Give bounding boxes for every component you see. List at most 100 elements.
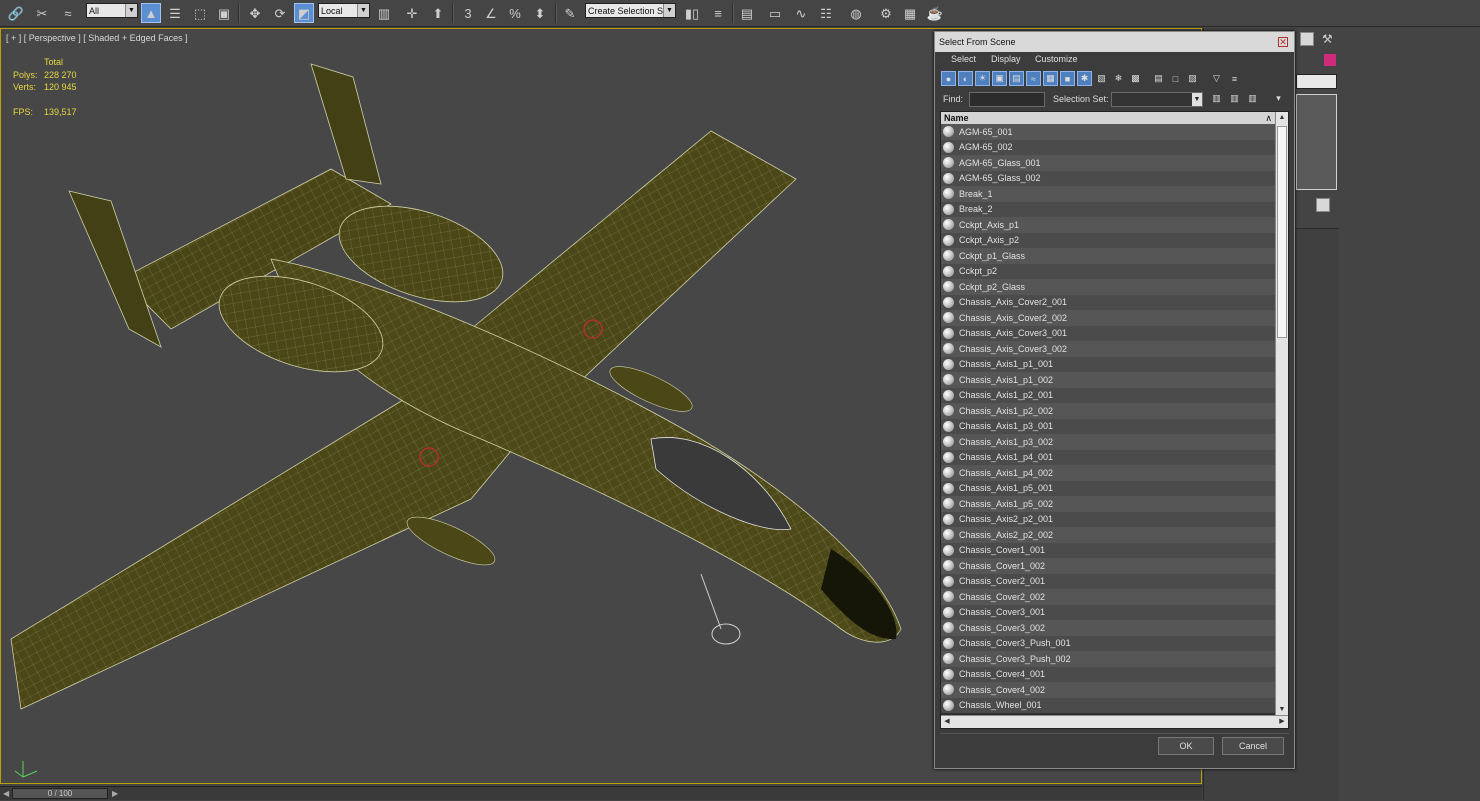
layer-explorer-icon[interactable]: ▤ xyxy=(737,3,757,23)
configure-modifier-sets-icon[interactable] xyxy=(1316,198,1330,212)
list-item[interactable]: Cckpt_p2_Glass xyxy=(941,279,1275,295)
list-item[interactable]: Chassis_Axis1_p1_001 xyxy=(941,356,1275,372)
find-input[interactable] xyxy=(969,92,1045,107)
menu-select[interactable]: Select xyxy=(951,54,976,64)
keyboard-shortcut-override-icon[interactable]: ⬆ xyxy=(428,3,448,23)
filter-options-icon[interactable]: ≡ xyxy=(1227,71,1242,86)
align-icon[interactable]: ≡ xyxy=(708,3,728,23)
list-item[interactable]: Cckpt_Axis_p1 xyxy=(941,217,1275,233)
list-item[interactable]: Chassis_Cover3_002 xyxy=(941,620,1275,636)
list-item[interactable]: Chassis_Axis1_p5_001 xyxy=(941,480,1275,496)
window-crossing-icon[interactable]: ▣ xyxy=(214,3,234,23)
render-setup-icon[interactable]: ⚙ xyxy=(876,3,896,23)
create-selection-set-icon[interactable]: ▥ xyxy=(1209,91,1224,106)
list-item[interactable]: Chassis_Cover4_002 xyxy=(941,682,1275,698)
snaps-toggle-icon[interactable]: 3 xyxy=(458,3,478,23)
rectangle-selection-icon[interactable]: ⬚ xyxy=(190,3,210,23)
select-object-icon[interactable]: ▲ xyxy=(141,3,161,23)
display-helpers-icon[interactable]: ▤ xyxy=(1009,71,1024,86)
display-bones-icon[interactable]: ✱ xyxy=(1077,71,1092,86)
display-geometry-icon[interactable]: ● xyxy=(941,71,956,86)
modifier-stack[interactable] xyxy=(1296,94,1337,190)
name-column-header[interactable]: Name ∧ xyxy=(941,112,1275,124)
display-hidden-icon[interactable]: ▩ xyxy=(1128,71,1143,86)
display-groups-icon[interactable]: ▦ xyxy=(1043,71,1058,86)
spinner-snap-icon[interactable]: ⬍ xyxy=(530,3,550,23)
list-item[interactable]: Chassis_Cover2_001 xyxy=(941,573,1275,589)
display-cameras-icon[interactable]: ▣ xyxy=(992,71,1007,86)
select-by-name-icon[interactable]: ☰ xyxy=(165,3,185,23)
modifier-list-dropdown[interactable] xyxy=(1296,74,1337,89)
link-icon[interactable]: 🔗 xyxy=(6,3,26,23)
list-item[interactable]: Chassis_Axis1_p3_002 xyxy=(941,434,1275,450)
display-xrefs-icon[interactable]: ■ xyxy=(1060,71,1075,86)
angle-snap-icon[interactable]: ∠ xyxy=(481,3,501,23)
pivot-center-icon[interactable]: ▥ xyxy=(374,3,394,23)
display-shapes-icon[interactable]: ◐ xyxy=(958,71,973,86)
list-item[interactable]: Chassis_Axis1_p5_002 xyxy=(941,496,1275,512)
chevron-left-icon[interactable]: ◀ xyxy=(941,716,953,728)
bind-space-warp-icon[interactable]: ≈ xyxy=(58,3,78,23)
display-all-icon[interactable]: ▤ xyxy=(1151,71,1166,86)
menu-customize[interactable]: Customize xyxy=(1035,54,1078,64)
list-item[interactable]: Break_2 xyxy=(941,201,1275,217)
list-item[interactable]: Cckpt_p2 xyxy=(941,263,1275,279)
time-slider[interactable]: 0 / 100 xyxy=(12,788,108,799)
list-item[interactable]: AGM-65_002 xyxy=(941,139,1275,155)
list-item[interactable]: AGM-65_Glass_002 xyxy=(941,170,1275,186)
dialog-title-bar[interactable]: Select From Scene ✕ xyxy=(935,32,1294,52)
named-selection-set-dropdown[interactable]: Create Selection Se ▼ xyxy=(585,3,676,18)
add-to-selection-set-icon[interactable]: ▥ xyxy=(1227,91,1242,106)
scrollbar-thumb[interactable] xyxy=(1277,126,1287,338)
list-item[interactable]: Chassis_Axis_Cover2_002 xyxy=(941,310,1275,326)
material-editor-icon[interactable]: ◍ xyxy=(846,3,866,23)
list-item[interactable]: Chassis_Wheel_001 xyxy=(941,697,1275,713)
close-icon[interactable]: ✕ xyxy=(1278,37,1288,47)
vertical-scrollbar[interactable]: ▲ ▼ xyxy=(1275,112,1288,716)
remove-from-selection-set-icon[interactable]: ▥ xyxy=(1245,91,1260,106)
list-item[interactable]: Cckpt_p1_Glass xyxy=(941,248,1275,264)
list-item[interactable]: Chassis_Cover2_002 xyxy=(941,589,1275,605)
scale-icon[interactable]: ◩ xyxy=(294,3,314,23)
chevron-right-icon[interactable]: ▶ xyxy=(112,787,118,800)
chevron-up-icon[interactable]: ▲ xyxy=(1276,112,1288,124)
list-item[interactable]: Chassis_Cover1_001 xyxy=(941,542,1275,558)
filter-icon[interactable]: ▽ xyxy=(1209,71,1224,86)
ok-button[interactable]: OK xyxy=(1158,737,1214,755)
list-item[interactable]: Chassis_Cover3_001 xyxy=(941,604,1275,620)
display-lights-icon[interactable]: ☀ xyxy=(975,71,990,86)
mirror-icon[interactable]: ▮▯ xyxy=(682,3,702,23)
toggle-ribbon-icon[interactable]: ▭ xyxy=(765,3,785,23)
edit-named-selection-icon[interactable]: ✎ xyxy=(560,3,580,23)
list-item[interactable]: Chassis_Axis1_p2_001 xyxy=(941,387,1275,403)
list-item[interactable]: Chassis_Cover4_001 xyxy=(941,666,1275,682)
display-none-icon[interactable]: □ xyxy=(1168,71,1183,86)
cancel-button[interactable]: Cancel xyxy=(1222,737,1284,755)
list-item[interactable]: Chassis_Axis_Cover3_002 xyxy=(941,341,1275,357)
move-icon[interactable]: ✥ xyxy=(245,3,265,23)
unlink-icon[interactable]: ✂ xyxy=(32,3,52,23)
list-item[interactable]: Chassis_Cover1_002 xyxy=(941,558,1275,574)
percent-snap-icon[interactable]: % xyxy=(505,3,525,23)
list-item[interactable]: Chassis_Axis1_p3_001 xyxy=(941,418,1275,434)
rendered-frame-window-icon[interactable]: ▦ xyxy=(900,3,920,23)
curve-editor-icon[interactable]: ∿ xyxy=(791,3,811,23)
display-space-warps-icon[interactable]: ≈ xyxy=(1026,71,1041,86)
list-item[interactable]: Chassis_Axis_Cover3_001 xyxy=(941,325,1275,341)
invert-display-icon[interactable]: ▨ xyxy=(1185,71,1200,86)
display-containers-icon[interactable]: ▧ xyxy=(1094,71,1109,86)
list-item[interactable]: Chassis_Axis1_p4_002 xyxy=(941,465,1275,481)
list-item[interactable]: AGM-65_001 xyxy=(941,124,1275,140)
utilities-tab-icon[interactable]: ⚒ xyxy=(1322,32,1336,46)
display-frozen-icon[interactable]: ❄ xyxy=(1111,71,1126,86)
rotate-icon[interactable]: ⟳ xyxy=(270,3,290,23)
list-item[interactable]: Chassis_Cover3_Push_001 xyxy=(941,635,1275,651)
chevron-right-icon[interactable]: ▶ xyxy=(1276,716,1288,728)
object-color-swatch[interactable] xyxy=(1324,54,1336,66)
scene-object-list[interactable]: Name ∧ AGM-65_001 AGM-65_002 AGM-65_Glass_… xyxy=(940,111,1289,729)
reference-coordinate-dropdown[interactable]: Local ▼ xyxy=(318,3,370,18)
horizontal-scrollbar[interactable]: ◀ ▶ xyxy=(941,715,1288,728)
list-item[interactable]: Chassis_Axis2_p2_001 xyxy=(941,511,1275,527)
list-item[interactable]: Chassis_Axis1_p1_002 xyxy=(941,372,1275,388)
selection-set-dropdown[interactable]: ▼ xyxy=(1111,92,1203,107)
